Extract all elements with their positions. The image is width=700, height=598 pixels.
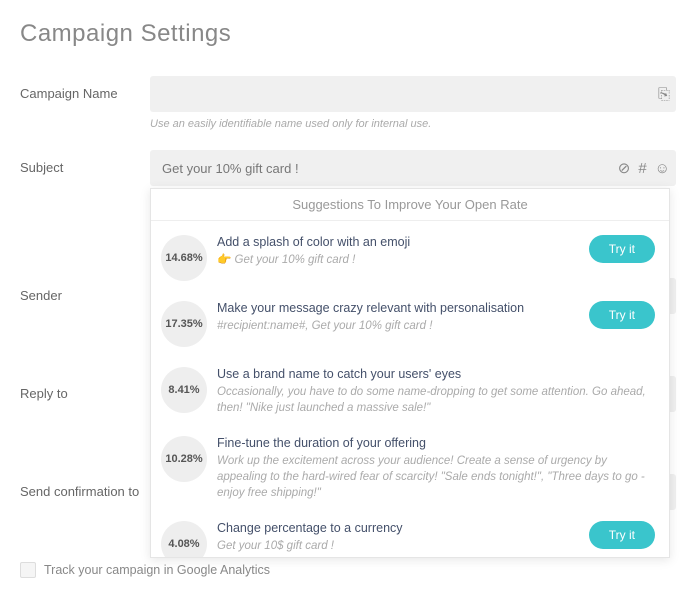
suggestion-title: Change percentage to a currency <box>217 521 579 535</box>
suggestion-text: Add a splash of color with an emoji 👉 Get… <box>217 235 579 268</box>
suggestion-title: Use a brand name to catch your users' ey… <box>217 367 655 381</box>
emoji-icon: 👉 <box>217 254 235 266</box>
suggestion-item: 10.28%Fine-tune the duration of your off… <box>155 426 661 511</box>
track-analytics-label: Track your campaign in Google Analytics <box>44 563 270 577</box>
suggestion-item: 4.08% Change percentage to a currency Get … <box>155 511 661 557</box>
page-title: Campaign Settings <box>20 20 676 48</box>
label-sender: Sender <box>20 278 150 303</box>
label-send-confirmation: Send confirmation to <box>20 474 150 499</box>
try-it-button[interactable]: Try it <box>589 235 655 263</box>
try-it-button[interactable]: Try it <box>589 521 655 549</box>
label-campaign-name: Campaign Name <box>20 76 150 101</box>
suggestion-percentage: 8.41% <box>161 367 207 413</box>
suggestion-percentage: 17.35% <box>161 301 207 347</box>
suggestion-title: Add a splash of color with an emoji <box>217 235 579 249</box>
suggestion-item: 17.35% Make your message crazy relevant w… <box>155 291 661 357</box>
campaign-name-input[interactable] <box>150 76 676 112</box>
suggestion-title: Make your message crazy relevant with pe… <box>217 301 579 315</box>
suggestion-desc: 👉 Get your 10% gift card ! <box>217 252 579 268</box>
campaign-name-hint: Use an easily identifiable name used onl… <box>150 118 676 130</box>
label-subject: Subject <box>20 150 150 175</box>
try-it-button[interactable]: Try it <box>589 301 655 329</box>
suggestion-title: Fine-tune the duration of your offering <box>217 436 655 450</box>
suggestion-desc: Get your 10$ gift card ! <box>217 538 579 554</box>
suggestion-text: Fine-tune the duration of your offering W… <box>217 436 655 501</box>
smile-icon[interactable]: ☺ <box>655 160 670 177</box>
suggestion-text: Change percentage to a currency Get your … <box>217 521 579 554</box>
suggestions-popup: Suggestions To Improve Your Open Rate 14… <box>150 188 670 558</box>
suggestion-percentage: 14.68% <box>161 235 207 281</box>
suggestions-list[interactable]: 14.68% Add a splash of color with an emoj… <box>151 221 669 557</box>
label-reply-to: Reply to <box>20 376 150 401</box>
suggestion-percentage: 10.28% <box>161 436 207 482</box>
hash-icon[interactable]: # <box>638 160 646 177</box>
track-analytics-checkbox[interactable] <box>20 562 36 578</box>
suggestion-text: Make your message crazy relevant with pe… <box>217 301 579 334</box>
suggestions-header: Suggestions To Improve Your Open Rate <box>151 189 669 221</box>
suggestion-desc: Work up the excitement across your audie… <box>217 453 655 501</box>
row-campaign-name: Campaign Name ⎘ Use an easily identifiab… <box>20 76 676 130</box>
suggestion-item: 14.68% Add a splash of color with an emoj… <box>155 225 661 291</box>
suggestion-text: Use a brand name to catch your users' ey… <box>217 367 655 416</box>
suggestion-percentage: 4.08% <box>161 521 207 557</box>
suggestion-item: 8.41% Use a brand name to catch your user… <box>155 357 661 426</box>
doc-icon[interactable]: ⎘ <box>658 86 670 103</box>
suggestion-desc: Occasionally, you have to do some name-d… <box>217 384 655 416</box>
ban-icon[interactable]: ⊘ <box>618 159 631 177</box>
suggestion-desc: #recipient:name#, Get your 10% gift card… <box>217 318 579 334</box>
subject-input[interactable] <box>150 150 676 186</box>
